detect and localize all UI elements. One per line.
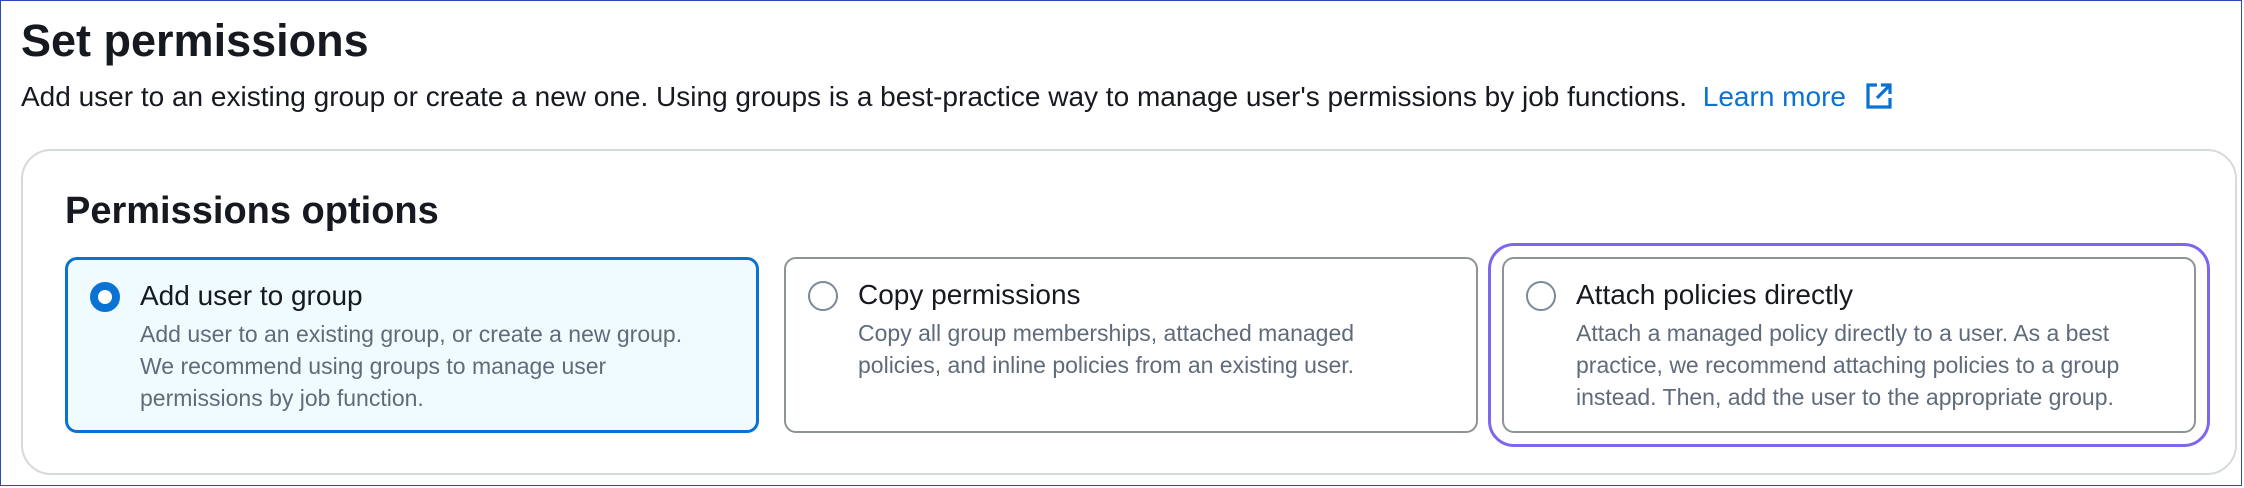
option-description: Copy all group memberships, attached man… [858,317,1478,381]
option-description-line: practice, we recommend attaching policie… [1576,352,2120,378]
option-description-line: permissions by job function. [140,385,424,411]
learn-more-link[interactable]: Learn more [1703,81,1894,112]
page-title: Set permissions [21,15,369,66]
option-copy-permissions[interactable]: Copy permissions Copy all group membersh… [784,257,1478,433]
option-description-line: We recommend using groups to manage user [140,353,607,379]
permissions-options-panel: Permissions options Add user to group Ad… [21,149,2237,475]
radio-copy-permissions[interactable] [808,281,838,311]
option-description-line: Add user to an existing group, or create… [140,321,683,347]
option-description-line: Attach a managed policy directly to a us… [1576,320,2110,346]
option-description: Add user to an existing group, or create… [140,318,760,414]
page-frame: Set permissions Add user to an existing … [0,0,2242,486]
option-description: Attach a managed policy directly to a us… [1576,317,2196,413]
option-description-line: Copy all group memberships, attached man… [858,320,1355,346]
option-label: Copy permissions [858,279,1081,310]
permissions-options-title: Permissions options [65,190,439,232]
option-label: Add user to group [140,280,363,311]
learn-more-label: Learn more [1702,81,1846,112]
radio-add-user-to-group[interactable] [90,282,120,312]
option-description-line: instead. Then, add the user to the appro… [1576,384,2114,410]
option-label: Attach policies directly [1576,279,1854,310]
page-description: Add user to an existing group or create … [21,79,1894,115]
external-link-icon [1866,83,1892,109]
page-description-text: Add user to an existing group or create … [21,81,1687,112]
option-add-user-to-group[interactable]: Add user to group Add user to an existin… [65,257,759,433]
option-attach-policies-directly[interactable]: Attach policies directly Attach a manage… [1488,243,2210,447]
option-description-line: policies, and inline policies from an ex… [858,352,1355,378]
radio-attach-policies-directly[interactable] [1526,281,1556,311]
